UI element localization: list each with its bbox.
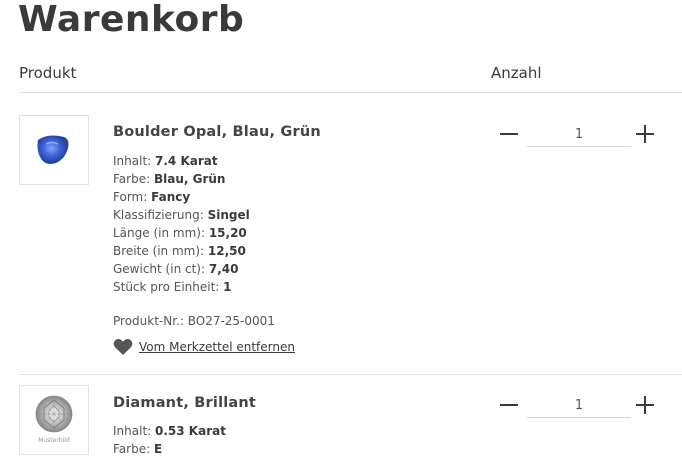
column-header-product: Produkt — [19, 64, 77, 82]
minus-icon — [500, 404, 518, 406]
divider — [19, 92, 682, 93]
decrease-quantity-button[interactable] — [497, 393, 521, 417]
plus-icon — [636, 396, 654, 414]
property-row: Gewicht (in ct): 7,40 — [113, 262, 239, 276]
diamond-image: Musterbild — [35, 395, 73, 444]
property-row: Form: Fancy — [113, 190, 191, 204]
property-row: Länge (in mm): 15,20 — [113, 226, 247, 240]
quantity-input[interactable] — [527, 393, 631, 418]
plus-icon — [636, 125, 654, 143]
product-number: Produkt-Nr.: BO27-25-0001 — [113, 314, 275, 328]
column-header-quantity: Anzahl — [491, 64, 542, 82]
minus-icon — [500, 133, 518, 135]
decrease-quantity-button[interactable] — [497, 122, 521, 146]
remove-from-wishlist-link[interactable]: Vom Merkzettel entfernen — [113, 338, 295, 356]
property-row: Farbe: E — [113, 442, 163, 456]
property-row: Breite (in mm): 12,50 — [113, 244, 246, 258]
property-row: Farbe: Blau, Grün — [113, 172, 226, 186]
product-image[interactable]: Musterbild — [19, 385, 89, 455]
thumb-caption: Musterbild — [38, 437, 70, 444]
property-row: Inhalt: 7.4 Karat — [113, 154, 218, 168]
product-properties: Inhalt: 0.53 Karat Farbe: E — [113, 422, 453, 458]
property-row: Stück pro Einheit: 1 — [113, 280, 232, 294]
page-title: Warenkorb — [18, 0, 245, 40]
increase-quantity-button[interactable] — [633, 122, 657, 146]
property-row: Klassifizierung: Singel — [113, 208, 250, 222]
product-name[interactable]: Boulder Opal, Blau, Grün — [113, 124, 321, 140]
product-name[interactable]: Diamant, Brillant — [113, 395, 256, 411]
quantity-input[interactable] — [527, 122, 631, 147]
heart-icon — [113, 339, 133, 355]
wishlist-link-label[interactable]: Vom Merkzettel entfernen — [139, 340, 295, 354]
boulder-opal-image — [37, 135, 69, 164]
product-properties: Inhalt: 7.4 Karat Farbe: Blau, Grün Form… — [113, 152, 453, 296]
property-row: Inhalt: 0.53 Karat — [113, 424, 226, 438]
product-image[interactable] — [19, 115, 89, 185]
increase-quantity-button[interactable] — [633, 393, 657, 417]
divider — [19, 374, 682, 375]
